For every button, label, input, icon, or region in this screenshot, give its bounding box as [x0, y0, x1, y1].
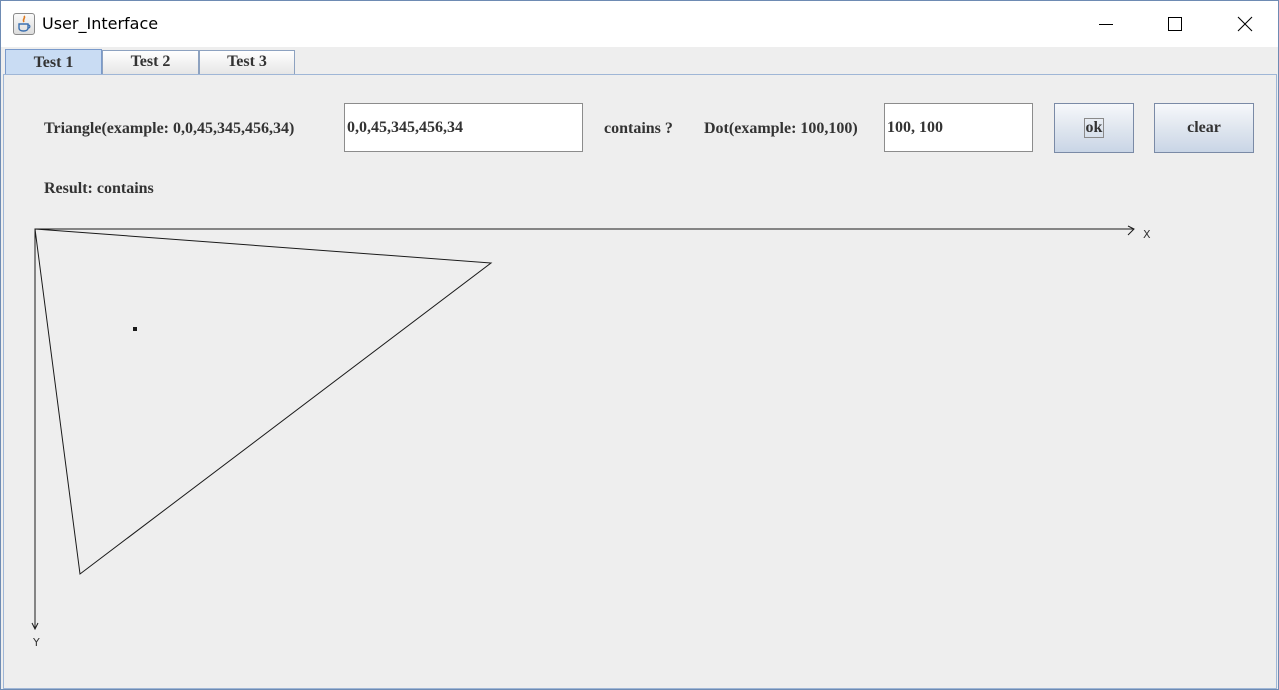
- x-axis-arrow: [1127, 225, 1135, 236]
- x-axis-label: X: [1143, 228, 1151, 241]
- y-axis-label: Y: [32, 636, 40, 649]
- triangle-shape: [34, 228, 493, 575]
- plot-canvas: X Y: [31, 225, 1151, 649]
- test-dot: [133, 327, 137, 331]
- app-window: User_Interface Test 1 Test 2 Test 3 Tria…: [0, 0, 1279, 690]
